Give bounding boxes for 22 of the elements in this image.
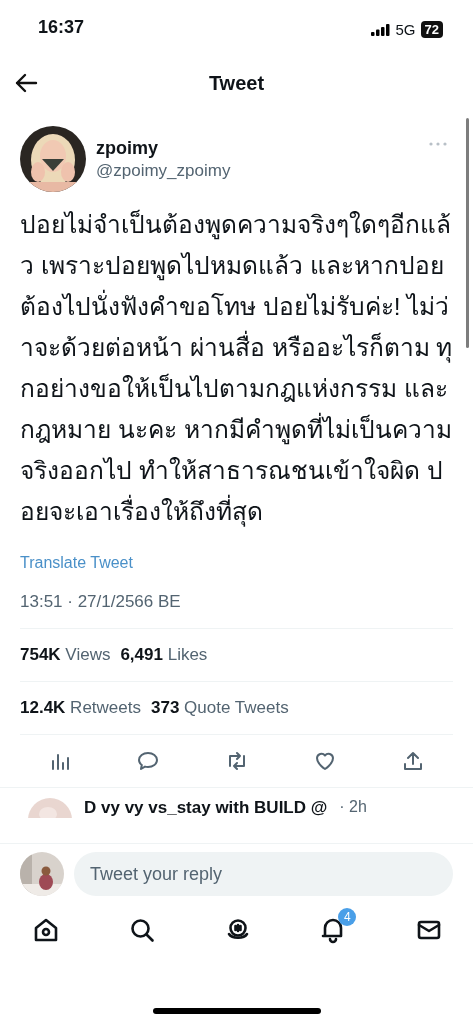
stat-link[interactable]: 373 Quote Tweets: [150, 698, 289, 718]
notification-badge: 4: [338, 908, 357, 926]
reply-author[interactable]: D vy vy vs_stay with BUILD @: [84, 798, 328, 818]
share-icon[interactable]: [401, 749, 425, 773]
translate-link[interactable]: Translate Tweet: [20, 554, 453, 572]
tweet-text: ปอยไม่จำเป็นต้องพูดความจริงๆใดๆอีกแล้ว เพราะปอยพูดไปหมดแล้ว และหากปอยต้องไปนั่งฟังคำขอโทษ ปอยไม่รับค่ะ! ไม่ว่าจะด้วยต่อหน้า ผ่านสื่อ หรืออะไรก็ตาม ทุกอย่างขอให้เป็นไปตามกฎแห่งกรรม และ กฎหมาย นะคะ หากมีคำพูดที่ไม่เป็นความจริงออกไป ทำให้สาธารณชนเข้าใจผิด ปอยจะเอาเรื่องให้ถึงที่สุด: [20, 208, 453, 529]
back-arrow-icon[interactable]: [14, 73, 38, 93]
signal-icon: [370, 23, 391, 36]
network-label: 5G: [395, 21, 416, 38]
user-handle[interactable]: @zpoimy_zpoimy: [96, 160, 419, 181]
stat-link[interactable]: 12.4K Retweets: [20, 698, 141, 718]
stat-link[interactable]: 6,491 Likes: [120, 645, 208, 665]
status-time: 16:37: [38, 17, 85, 38]
display-name[interactable]: zpoimy: [96, 137, 419, 159]
header-title: Tweet: [208, 71, 265, 95]
tweet-timestamp: 13:51 · 27/1/2566 BE: [20, 592, 182, 612]
reply-icon[interactable]: [136, 749, 161, 773]
stat-link[interactable]: 754K Views: [20, 645, 111, 665]
home-icon[interactable]: [32, 916, 60, 944]
battery-indicator: 72: [420, 21, 443, 38]
reply-time: · 2h: [339, 798, 367, 816]
reply-input-field[interactable]: Tweet your reply: [74, 852, 453, 896]
